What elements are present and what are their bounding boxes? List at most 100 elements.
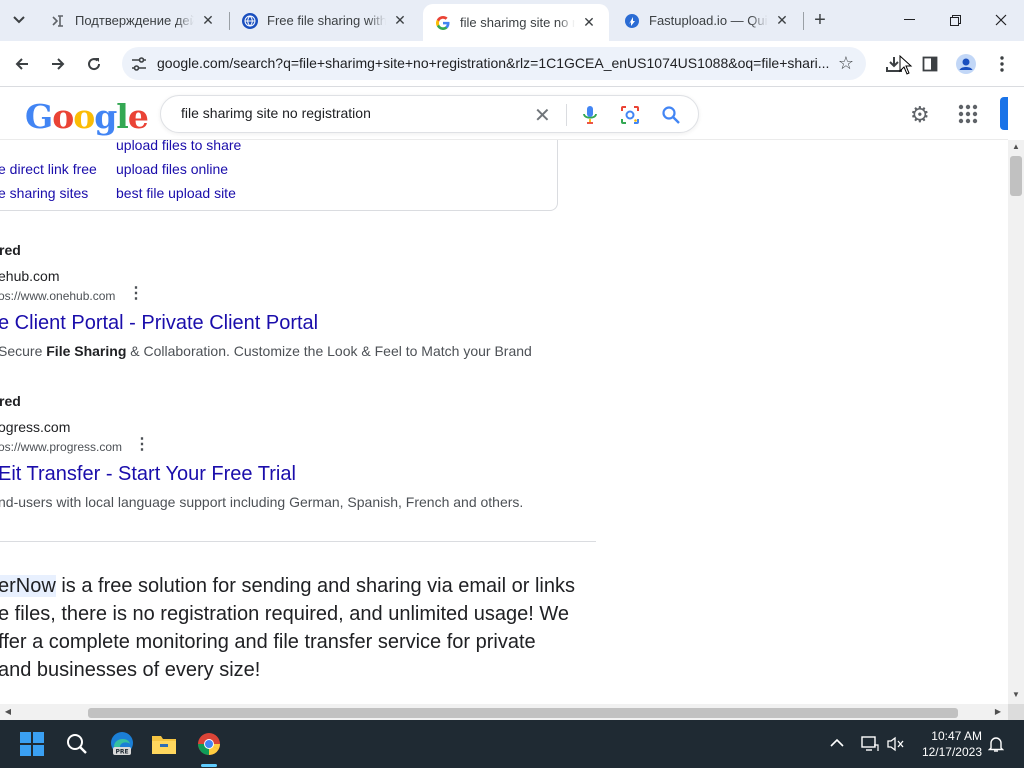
address-bar[interactable]: google.com/search?q=file+sharimg+site+no… [122, 47, 866, 80]
taskbar-search-button[interactable] [61, 728, 93, 760]
ad-site-url[interactable]: os://www.progress.com [0, 440, 122, 454]
reload-button[interactable] [80, 50, 108, 78]
search-results: upload files to share e direct link free… [0, 140, 1008, 704]
sponsored-label: red [0, 393, 21, 409]
tab-google-search[interactable]: file sharimg site no reg ✕ [423, 4, 609, 41]
file-explorer-button[interactable] [148, 728, 180, 760]
avatar-icon [956, 54, 976, 74]
globe-icon [242, 12, 258, 29]
forward-button[interactable] [44, 50, 72, 78]
featured-snippet: erNow is a free solution for sending and… [0, 572, 598, 684]
snippet-line: ffer a complete monitoring and file tran… [0, 631, 536, 653]
new-tab-button[interactable]: + [808, 8, 832, 32]
search-icon[interactable] [661, 105, 681, 125]
arrow-right-icon [52, 58, 65, 70]
close-icon[interactable]: ✕ [200, 12, 216, 29]
microphone-icon[interactable] [581, 105, 599, 125]
mouse-cursor-icon [899, 55, 913, 75]
tab-free-file-sharing[interactable]: Free file sharing witho ✕ [230, 0, 420, 41]
restore-button[interactable] [932, 0, 978, 40]
sponsored-label: red [0, 242, 21, 258]
ad-description-text: Secure [0, 343, 47, 359]
related-search-link[interactable]: e sharing sites [0, 185, 88, 201]
chrome-taskbar-button[interactable] [193, 728, 225, 760]
show-hidden-icons-button[interactable] [830, 735, 844, 751]
google-apps-icon[interactable] [958, 104, 978, 124]
volume-button[interactable] [887, 736, 905, 755]
horizontal-scrollbar[interactable]: ◀ ▶ [0, 704, 1008, 720]
close-icon[interactable]: ✕ [581, 14, 597, 31]
browser-toolbar: google.com/search?q=file+sharimg+site+no… [0, 41, 1024, 87]
chrome-menu-button[interactable] [988, 50, 1016, 78]
bell-icon [987, 737, 1005, 752]
edge-pre-icon: PRE [111, 732, 133, 756]
folder-icon [152, 736, 176, 754]
tab-search-button[interactable] [6, 8, 32, 32]
back-button[interactable] [8, 50, 36, 78]
clock-date: 12/17/2023 [921, 745, 982, 759]
google-header: Google ✕ ⚙ [0, 87, 1008, 140]
vertical-scrollbar[interactable]: ▲ ▼ [1008, 140, 1024, 704]
scroll-up-icon[interactable]: ▲ [1008, 140, 1024, 154]
search-box[interactable]: ✕ [160, 95, 699, 133]
notifications-button[interactable] [987, 735, 1005, 756]
ad-description: nd-users with local language support inc… [0, 494, 524, 510]
reload-icon [88, 58, 101, 71]
more-options-icon[interactable]: ⋮ [134, 437, 150, 453]
related-search-link[interactable]: best file upload site [116, 185, 236, 201]
section-divider [0, 541, 596, 542]
ad-title-link[interactable]: e Client Portal - Private Client Portal [0, 312, 318, 335]
chrome-icon [198, 733, 220, 755]
snippet-line: e files, there is no registration requir… [0, 603, 570, 625]
divider [566, 104, 567, 126]
site-info-icon[interactable] [130, 55, 148, 73]
scroll-left-icon[interactable]: ◀ [1, 704, 15, 720]
bookmark-star-icon[interactable]: ☆ [838, 53, 854, 74]
ad-site-name[interactable]: ehub.com [0, 268, 59, 284]
close-icon[interactable]: ✕ [392, 12, 408, 29]
scrollbar-thumb[interactable] [88, 708, 958, 718]
scrollbar-corner [1008, 704, 1024, 720]
scrollbar-thumb[interactable] [1010, 156, 1022, 196]
ad-description: Secure File Sharing & Collaboration. Cus… [0, 343, 532, 359]
more-options-icon[interactable]: ⋮ [128, 286, 144, 302]
edge-browser-button[interactable]: PRE [106, 728, 138, 760]
ad-description-bold: File Sharing [46, 343, 127, 359]
tab-confirmation[interactable]: Подтверждение дейст ✕ [38, 0, 228, 41]
taskbar-clock[interactable]: 10:47 AM 12/17/2023 [912, 728, 982, 760]
settings-gear-icon[interactable]: ⚙ [910, 102, 930, 128]
related-search-link[interactable]: e direct link free [0, 161, 97, 177]
scroll-right-icon[interactable]: ▶ [991, 704, 1005, 720]
url-text[interactable]: google.com/search?q=file+sharimg+site+no… [157, 55, 832, 71]
side-panel-button[interactable] [916, 50, 944, 78]
sign-in-button[interactable] [1000, 97, 1008, 130]
side-panel-icon [922, 56, 938, 72]
search-input[interactable] [181, 105, 521, 121]
ad-site-name[interactable]: ogress.com [0, 419, 70, 435]
tab-title: Free file sharing witho [267, 13, 386, 28]
page-icon [50, 13, 66, 29]
windows-taskbar: PRE 10:47 AM 12/17/2023 [0, 720, 1024, 768]
ad-title-link[interactable]: Eit Transfer - Start Your Free Trial [0, 463, 296, 486]
snippet-line: erNow is a free solution for sending and… [0, 572, 598, 600]
ad-description-text: & Collaboration. Customize the Look & Fe… [126, 343, 532, 359]
start-button[interactable] [16, 728, 48, 760]
network-button[interactable] [861, 736, 879, 755]
speaker-muted-icon [887, 736, 904, 752]
snippet-highlight: erNow [0, 575, 56, 597]
svg-text:PRE: PRE [115, 749, 128, 756]
close-window-button[interactable] [978, 0, 1024, 40]
google-doodle-logo[interactable]: Google [25, 97, 149, 136]
minimize-button[interactable] [886, 0, 932, 40]
tab-fastupload[interactable]: Fastupload.io — Quick ✕ [612, 0, 802, 41]
scroll-down-icon[interactable]: ▼ [1008, 688, 1024, 702]
profile-button[interactable] [952, 50, 980, 78]
google-lens-icon[interactable] [620, 105, 640, 125]
close-icon[interactable]: ✕ [774, 12, 790, 29]
fastupload-icon [624, 13, 640, 29]
related-search-link[interactable]: upload files online [116, 161, 228, 177]
arrow-left-icon [15, 58, 28, 70]
ad-site-url[interactable]: os://www.onehub.com [0, 289, 115, 303]
clear-search-icon[interactable]: ✕ [534, 103, 551, 128]
related-search-link[interactable]: upload files to share [116, 140, 241, 153]
